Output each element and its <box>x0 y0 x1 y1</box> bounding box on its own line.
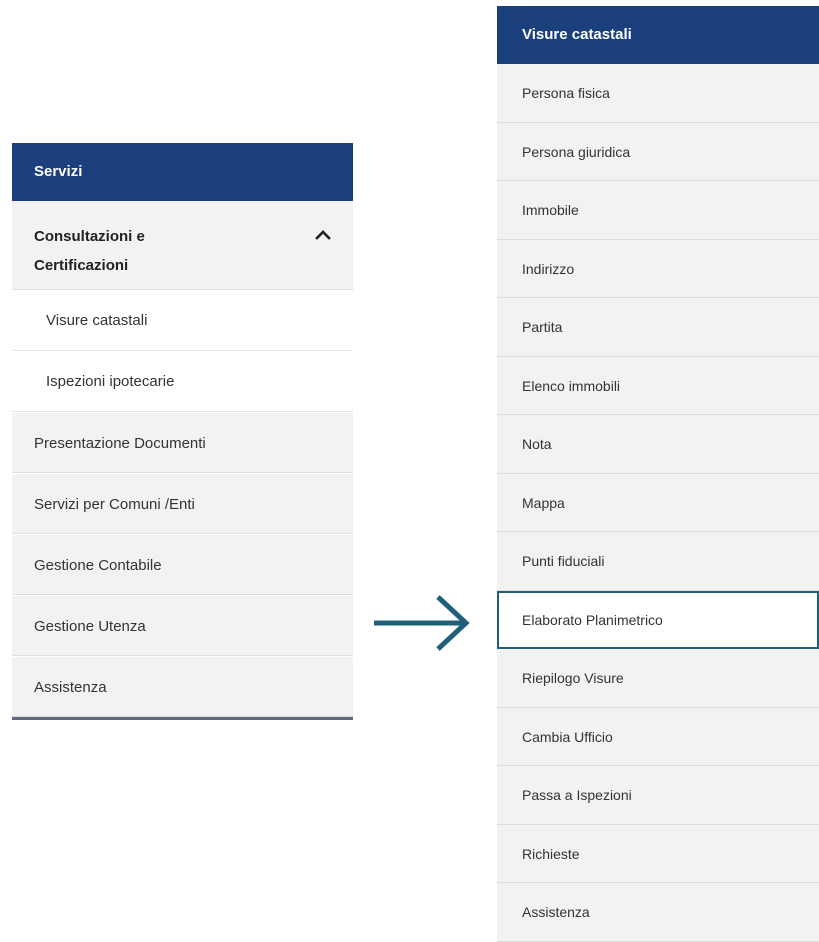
menu-item-assistenza-right[interactable]: Assistenza <box>497 883 819 942</box>
arrow-right-icon <box>374 595 470 651</box>
menu-item-gestione-utenza[interactable]: Gestione Utenza <box>12 595 353 656</box>
menu-item-gestione-contabile[interactable]: Gestione Contabile <box>12 534 353 595</box>
group-label-line1: Consultazioni e <box>34 228 145 245</box>
consultazioni-certificazioni-toggle[interactable]: Consultazioni e Certificazioni <box>12 201 353 290</box>
menu-item-persona-fisica[interactable]: Persona fisica <box>497 64 819 123</box>
menu-item-servizi-comuni-enti[interactable]: Servizi per Comuni /Enti <box>12 473 353 534</box>
menu-item-persona-giuridica[interactable]: Persona giuridica <box>497 123 819 181</box>
menu-item-elaborato-planimetrico[interactable]: Elaborato Planimetrico <box>497 590 819 649</box>
group-label-line2: Certificazioni <box>34 257 129 274</box>
menu-item-cambia-ufficio[interactable]: Cambia Ufficio <box>497 708 819 766</box>
menu-item-presentazione-documenti[interactable]: Presentazione Documenti <box>12 412 353 473</box>
menu-item-indirizzo[interactable]: Indirizzo <box>497 240 819 298</box>
menu-item-punti-fiduciali[interactable]: Punti fiduciali <box>497 532 819 591</box>
visure-catastali-menu: Visure catastali Persona fisica Persona … <box>497 6 819 942</box>
chevron-up-icon <box>315 230 331 240</box>
stage: Servizi Consultazioni e Certificazioni V… <box>0 0 819 942</box>
menu-item-mappa[interactable]: Mappa <box>497 474 819 532</box>
menu-item-passa-a-ispezioni[interactable]: Passa a Ispezioni <box>497 766 819 825</box>
menu-item-visure-catastali[interactable]: Visure catastali <box>12 290 353 351</box>
menu-item-elenco-immobili[interactable]: Elenco immobili <box>497 357 819 415</box>
menu-item-immobile[interactable]: Immobile <box>497 181 819 240</box>
menu-item-ispezioni-ipotecarie[interactable]: Ispezioni ipotecarie <box>12 351 353 412</box>
menu-item-richieste[interactable]: Richieste <box>497 825 819 883</box>
menu-item-partita[interactable]: Partita <box>497 298 819 357</box>
menu-item-assistenza[interactable]: Assistenza <box>12 656 353 717</box>
menu-item-riepilogo-visure[interactable]: Riepilogo Visure <box>497 649 819 708</box>
services-menu: Servizi Consultazioni e Certificazioni V… <box>12 143 353 720</box>
menu-item-nota[interactable]: Nota <box>497 415 819 474</box>
visure-catastali-header: Visure catastali <box>497 6 819 64</box>
services-menu-header: Servizi <box>12 143 353 201</box>
